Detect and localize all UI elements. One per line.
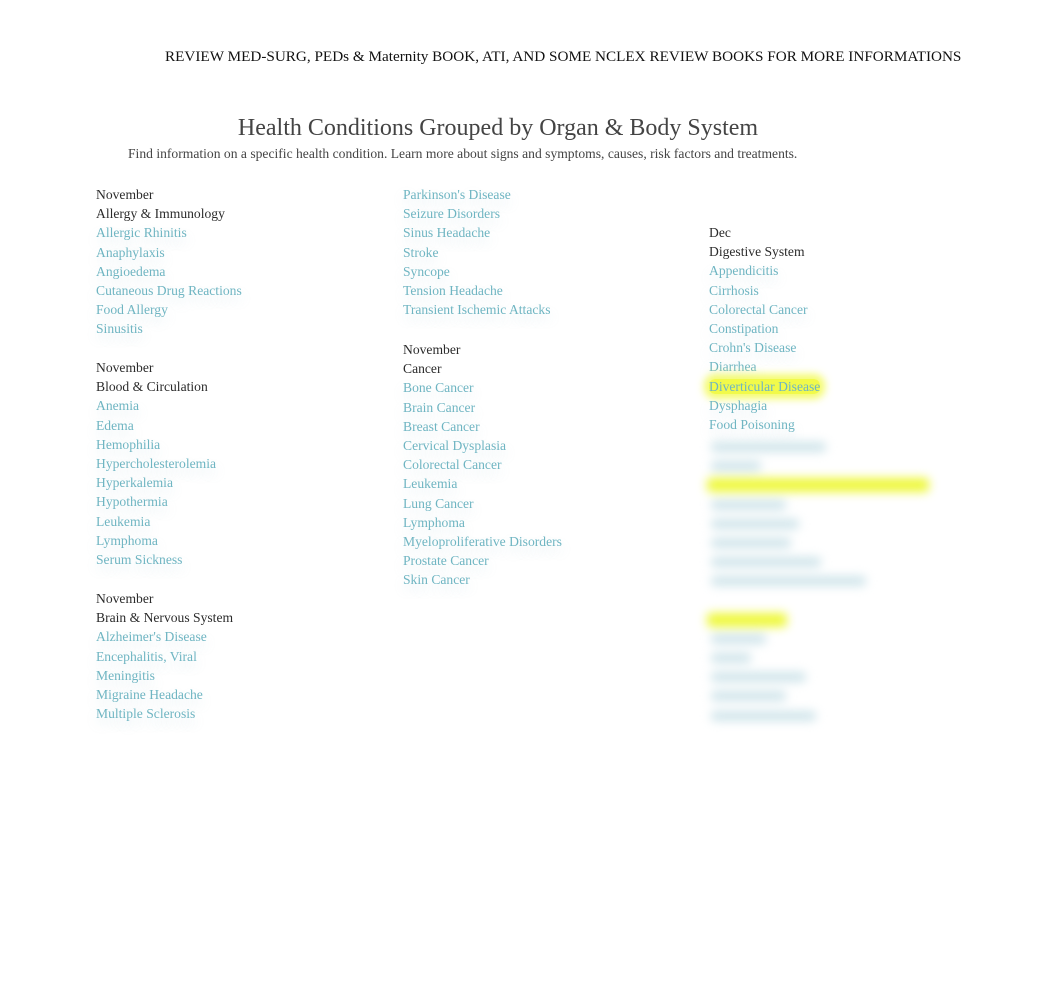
redacted-content [707,437,949,725]
condition-link[interactable]: Food Allergy [96,300,242,319]
redacted-highlighted-line [707,610,949,629]
condition-link[interactable]: Meningitis [96,666,233,685]
redacted-line [709,591,949,610]
group-title: Cancer [403,361,442,377]
condition-link[interactable]: Alzheimer's Disease [96,627,233,646]
condition-link[interactable]: Colorectal Cancer [403,455,562,474]
condition-link[interactable]: Allergic Rhinitis [96,223,242,242]
condition-link[interactable]: Hypercholesterolemia [96,454,216,473]
condition-link[interactable]: Hypothermia [96,492,216,511]
condition-link[interactable]: Crohn's Disease [709,338,820,357]
group-date: November [96,591,154,606]
group-brain-nervous-system: November Brain & Nervous System Alzheime… [96,589,233,723]
condition-link[interactable]: Transient Ischemic Attacks [403,300,551,319]
group-blood-circulation: November Blood & Circulation Anemia Edem… [96,358,216,569]
condition-link[interactable]: Myeloproliferative Disorders [403,532,562,551]
group-title: Digestive System [709,244,805,260]
condition-link[interactable]: Lung Cancer [403,494,562,513]
condition-link[interactable]: Sinus Headache [403,223,551,242]
page-subtitle: Find information on a specific health co… [128,146,798,161]
condition-link[interactable]: Serum Sickness [96,550,216,569]
condition-link[interactable]: Skin Cancer [403,570,562,589]
condition-link[interactable]: Brain Cancer [403,398,562,417]
condition-link[interactable]: Leukemia [96,512,216,531]
condition-link[interactable]: Multiple Sclerosis [96,704,233,723]
group-date: November [96,187,154,202]
condition-link[interactable]: Cirrhosis [709,281,820,300]
condition-link[interactable]: Colorectal Cancer [709,300,820,319]
redacted-line [709,571,949,590]
review-banner: REVIEW MED-SURG, PEDs & Maternity BOOK, … [165,48,962,65]
redacted-highlighted-line [707,475,949,494]
condition-link[interactable]: Prostate Cancer [403,551,562,570]
condition-link[interactable]: Cervical Dysplasia [403,436,562,455]
condition-link[interactable]: Edema [96,416,216,435]
condition-link[interactable]: Constipation [709,319,820,338]
redacted-line [709,667,949,686]
redacted-line [709,437,949,456]
condition-link[interactable]: Anaphylaxis [96,243,242,262]
group-date: November [403,342,461,357]
group-title: Allergy & Immunology [96,206,225,222]
redacted-line [709,706,949,725]
condition-link[interactable]: Encephalitis, Viral [96,647,233,666]
condition-link[interactable]: Lymphoma [403,513,562,532]
group-brain-nervous-system-continued: Parkinson's Disease Seizure Disorders Si… [403,185,551,319]
redacted-line [709,495,949,514]
group-date: November [96,360,154,375]
highlighted-text: Diverticular Disease [709,378,821,394]
condition-link[interactable]: Dysphagia [709,396,820,415]
condition-link[interactable]: Bone Cancer [403,378,562,397]
condition-link[interactable]: Lymphoma [96,531,216,550]
condition-link[interactable]: Angioedema [96,262,242,281]
group-title: Blood & Circulation [96,379,208,395]
condition-link[interactable]: Breast Cancer [403,417,562,436]
group-digestive-system: Dec Digestive System Appendicitis Cirrho… [709,223,821,434]
condition-link[interactable]: Hyperkalemia [96,473,216,492]
condition-link-highlighted[interactable]: Diverticular Disease [709,377,821,396]
redacted-line [709,514,949,533]
condition-link[interactable]: Hemophilia [96,435,216,454]
page-title: Health Conditions Grouped by Organ & Bod… [237,115,759,141]
condition-link[interactable]: Appendicitis [709,261,820,280]
condition-link[interactable]: Sinusitis [96,319,242,338]
group-title: Brain & Nervous System [96,610,234,626]
condition-link[interactable]: Tension Headache [403,281,551,300]
condition-link[interactable]: Syncope [403,262,551,281]
condition-link[interactable]: Food Poisoning [709,415,820,434]
redacted-line [709,686,949,705]
condition-link[interactable]: Leukemia [403,474,562,493]
redacted-line [709,456,949,475]
condition-link[interactable]: Stroke [403,243,551,262]
redacted-line [709,629,949,648]
group-allergy-immunology: November Allergy & Immunology Allergic R… [96,185,242,339]
condition-link[interactable]: Anemia [96,396,216,415]
condition-link[interactable]: Seizure Disorders [403,204,551,223]
group-date: Dec [709,225,731,240]
condition-link[interactable]: Cutaneous Drug Reactions [96,281,242,300]
redacted-line [709,648,949,667]
condition-link[interactable]: Parkinson's Disease [403,185,551,204]
redacted-line [709,552,949,571]
redacted-line [709,533,949,552]
condition-link[interactable]: Diarrhea [709,357,820,376]
condition-link[interactable]: Migraine Headache [96,685,233,704]
group-cancer: November Cancer Bone Cancer Brain Cancer… [403,340,562,589]
